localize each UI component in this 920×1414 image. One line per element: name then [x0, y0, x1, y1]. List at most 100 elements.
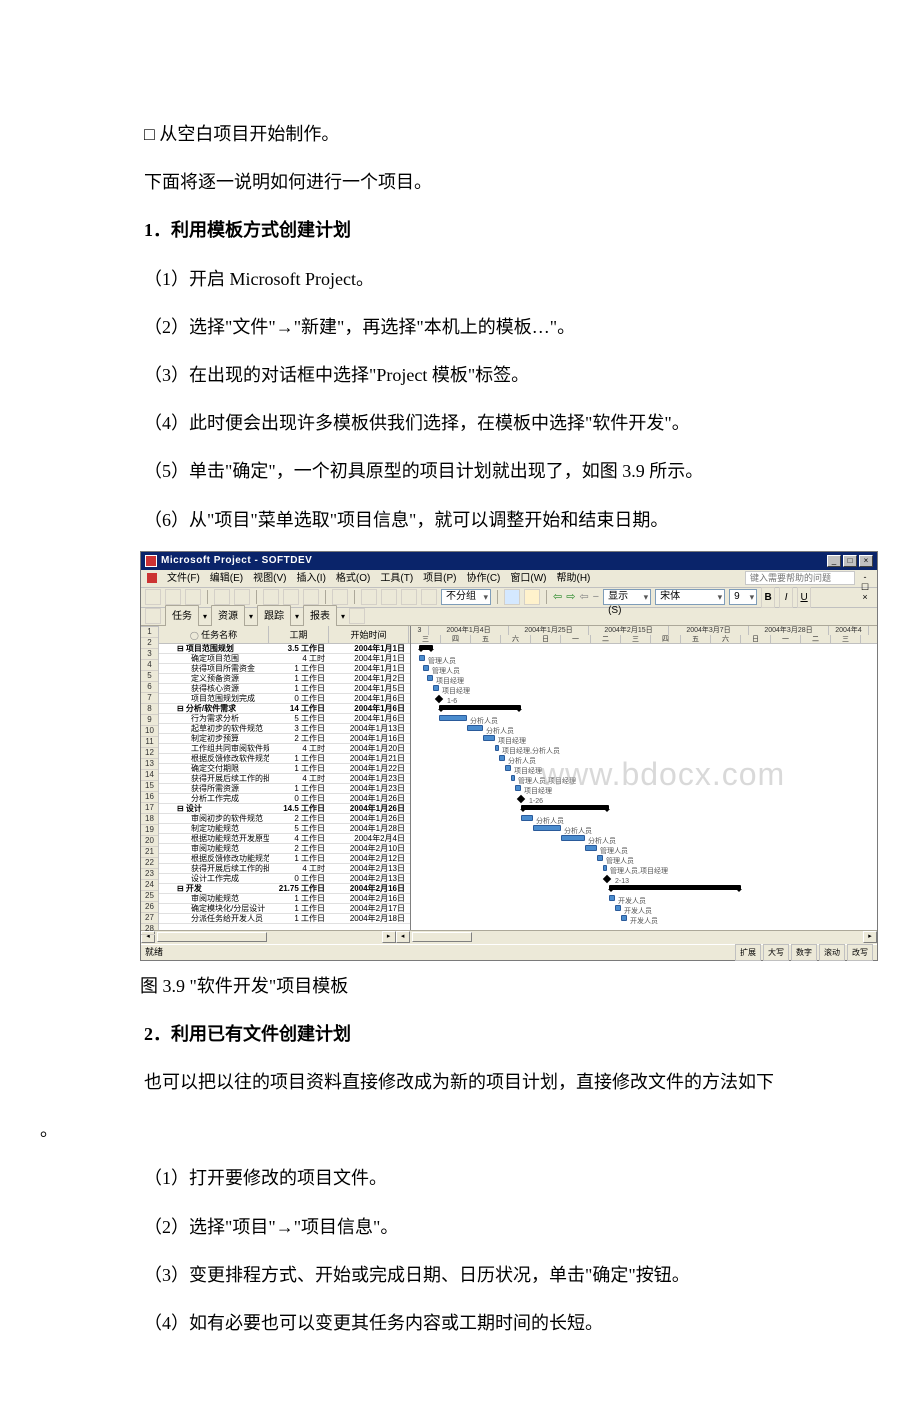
menu-collab[interactable]: 协作(C)	[467, 569, 501, 588]
gantt-summary-bar[interactable]	[439, 705, 521, 710]
row-number[interactable]: 12	[141, 748, 158, 759]
print-icon[interactable]	[214, 589, 230, 605]
menu-tools[interactable]: 工具(T)	[380, 569, 413, 588]
table-row[interactable]: ⊟ 开发21.75 工作日2004年2月16日	[159, 884, 410, 894]
menu-format[interactable]: 格式(O)	[336, 569, 370, 588]
gantt-task-bar[interactable]	[419, 655, 425, 661]
row-number[interactable]: 20	[141, 836, 158, 847]
group-select[interactable]: 不分组	[441, 589, 491, 605]
gantt-task-bar[interactable]	[615, 905, 621, 911]
new-icon[interactable]	[145, 589, 161, 605]
row-number[interactable]: 7	[141, 693, 158, 704]
link-icon[interactable]	[361, 589, 377, 605]
view-resource-button[interactable]: 资源	[211, 605, 245, 628]
gantt-summary-bar[interactable]	[419, 645, 433, 650]
table-row[interactable]: ⊟ 项目范围规划3.5 工作日2004年1月1日	[159, 644, 410, 654]
table-row[interactable]: 工作组共同审阅软件规4 工时2004年1月20日	[159, 744, 410, 754]
gantt-task-bar[interactable]	[521, 815, 533, 821]
paste-icon[interactable]	[303, 589, 319, 605]
gantt-icon[interactable]	[145, 608, 161, 624]
row-number[interactable]: 23	[141, 869, 158, 880]
table-row[interactable]: 根据反馈修改功能规范1 工作日2004年2月12日	[159, 854, 410, 864]
menu-window[interactable]: 窗口(W)	[510, 569, 546, 588]
goto-icon[interactable]	[524, 589, 540, 605]
gantt-summary-bar[interactable]	[521, 805, 609, 810]
gantt-task-bar[interactable]	[433, 685, 439, 691]
row-number[interactable]: 2	[141, 638, 158, 649]
table-row[interactable]: 项目范围规划完成0 工作日2004年1月6日	[159, 694, 410, 704]
gantt-task-bar[interactable]	[499, 755, 505, 761]
italic-button[interactable]: I	[779, 587, 793, 608]
copy-icon[interactable]	[283, 589, 299, 605]
underline-button[interactable]: U	[797, 587, 811, 608]
gantt-summary-bar[interactable]	[609, 885, 741, 890]
gantt-task-bar[interactable]	[621, 915, 627, 921]
table-row[interactable]: 定义预备资源1 工作日2004年1月2日	[159, 674, 410, 684]
col-duration[interactable]: 工期	[269, 626, 329, 643]
table-row[interactable]: ⊟ 分析/软件需求14 工作日2004年1月6日	[159, 704, 410, 714]
row-number[interactable]: 5	[141, 671, 158, 682]
table-row[interactable]: 获得核心资源1 工作日2004年1月5日	[159, 684, 410, 694]
row-number[interactable]: 21	[141, 847, 158, 858]
split-icon[interactable]	[401, 589, 417, 605]
close-button[interactable]: ×	[859, 555, 873, 567]
menu-insert[interactable]: 插入(I)	[296, 569, 325, 588]
table-row[interactable]: 分派任务给开发人员1 工作日2004年2月18日	[159, 914, 410, 924]
col-start[interactable]: 开始时间	[329, 626, 409, 643]
gantt-task-bar[interactable]	[427, 675, 433, 681]
row-number[interactable]: 6	[141, 682, 158, 693]
row-number[interactable]: 25	[141, 891, 158, 902]
table-row[interactable]: 确定模块化/分层设计1 工作日2004年2月17日	[159, 904, 410, 914]
preview-icon[interactable]	[234, 589, 250, 605]
gantt-chart[interactable]: 32004年1月4日2004年1月25日2004年2月15日2004年3月7日2…	[411, 626, 877, 930]
table-row[interactable]: 获得开展后续工作的批4 工时2004年2月13日	[159, 864, 410, 874]
next-icon[interactable]	[349, 608, 365, 624]
gantt-task-bar[interactable]	[483, 735, 495, 741]
help-search-input[interactable]	[745, 571, 855, 585]
scroll-right2-icon[interactable]: ▸	[863, 931, 877, 943]
row-number[interactable]: 8	[141, 704, 158, 715]
view-report-button[interactable]: 报表	[303, 605, 337, 628]
table-row[interactable]: 审阅功能规范2 工作日2004年2月10日	[159, 844, 410, 854]
menu-edit[interactable]: 编辑(E)	[210, 569, 243, 588]
table-row[interactable]: 分析工作完成0 工作日2004年1月26日	[159, 794, 410, 804]
gantt-task-bar[interactable]	[533, 825, 561, 831]
arrow-right-icon[interactable]: ⇨	[566, 587, 575, 608]
row-number[interactable]: 15	[141, 781, 158, 792]
table-row[interactable]: 获得项目所需资金1 工作日2004年1月1日	[159, 664, 410, 674]
row-number[interactable]: 1	[141, 627, 158, 638]
arrow-left-icon[interactable]: ⇦	[553, 587, 562, 608]
table-row[interactable]: 行为需求分析5 工作日2004年1月6日	[159, 714, 410, 724]
gantt-task-bar[interactable]	[467, 725, 483, 731]
row-number[interactable]: 3	[141, 649, 158, 660]
gantt-task-bar[interactable]	[561, 835, 585, 841]
row-number[interactable]: 16	[141, 792, 158, 803]
undo-icon[interactable]	[332, 589, 348, 605]
row-number[interactable]: 13	[141, 759, 158, 770]
row-number[interactable]: 26	[141, 902, 158, 913]
menu-view[interactable]: 视图(V)	[253, 569, 286, 588]
fontsize-select[interactable]: 9	[729, 589, 757, 605]
mdi-close-button[interactable]: - ☐ ×	[859, 572, 871, 584]
minimize-button[interactable]: _	[827, 555, 841, 567]
row-number[interactable]: 9	[141, 715, 158, 726]
info-icon[interactable]	[421, 589, 437, 605]
save-icon[interactable]	[185, 589, 201, 605]
table-row[interactable]: 根据功能规范开发原型4 工作日2004年2月4日	[159, 834, 410, 844]
indent-left-icon[interactable]: ⇦	[579, 587, 588, 608]
table-row[interactable]: 确定交付期限1 工作日2004年1月22日	[159, 764, 410, 774]
show-select[interactable]: 显示(S)	[603, 589, 651, 605]
table-row[interactable]: 制定功能规范5 工作日2004年1月28日	[159, 824, 410, 834]
row-number[interactable]: 18	[141, 814, 158, 825]
unlink-icon[interactable]	[381, 589, 397, 605]
col-task-name[interactable]: ◯ 任务名称	[159, 626, 269, 643]
menu-file[interactable]: 文件(F)	[167, 569, 200, 588]
view-track-button[interactable]: 跟踪	[257, 605, 291, 628]
gantt-task-bar[interactable]	[423, 665, 429, 671]
gantt-task-bar[interactable]	[597, 855, 603, 861]
menu-help[interactable]: 帮助(H)	[557, 569, 591, 588]
table-row[interactable]: 审阅初步的软件规范2 工作日2004年1月26日	[159, 814, 410, 824]
table-row[interactable]: 确定项目范围4 工时2004年1月1日	[159, 654, 410, 664]
scroll-right-icon[interactable]: ▸	[382, 931, 396, 943]
row-number[interactable]: 17	[141, 803, 158, 814]
